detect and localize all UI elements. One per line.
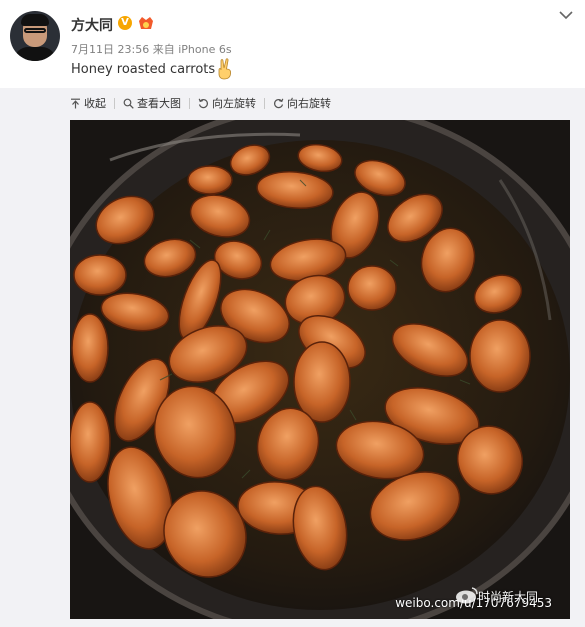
avatar-hair xyxy=(21,14,49,26)
rotate-right-button[interactable]: 向右旋转 xyxy=(273,95,331,111)
rotate-right-label: 向右旋转 xyxy=(287,97,331,110)
watermark-brand: 时尚新大同 xyxy=(478,590,539,604)
toolbar-divider xyxy=(264,97,265,109)
roasted-carrots-image xyxy=(70,120,570,619)
rotate-right-icon xyxy=(274,98,284,108)
view-large-button[interactable]: 查看大图 xyxy=(123,95,181,111)
view-large-label: 查看大图 xyxy=(137,97,181,110)
avatar[interactable] xyxy=(10,11,60,61)
weibo-logo-icon xyxy=(456,587,478,604)
verified-v-icon[interactable]: V xyxy=(118,16,132,30)
rotate-left-icon xyxy=(198,98,208,108)
avatar-glasses xyxy=(24,28,46,33)
vip-badge-icon[interactable] xyxy=(137,15,155,31)
toolbar-divider xyxy=(114,97,115,109)
image-toolbar: 收起 查看大图 向左旋转 向右旋转 xyxy=(70,95,331,111)
chevron-down-icon[interactable] xyxy=(559,10,573,20)
post-source-prefix: 来自 xyxy=(152,43,175,56)
victory-hand-emoji xyxy=(218,58,232,80)
post-date[interactable]: 7月11日 23:56 xyxy=(71,43,149,56)
rotate-left-label: 向左旋转 xyxy=(212,97,256,110)
post-photo[interactable]: weibo.com/u/1707679453 xyxy=(70,120,570,619)
collapse-button[interactable]: 收起 xyxy=(70,95,106,111)
post-meta: 7月11日 23:56 来自 iPhone 6s xyxy=(71,41,232,57)
search-icon xyxy=(123,98,134,109)
collapse-up-icon xyxy=(71,98,80,108)
toolbar-divider xyxy=(189,97,190,109)
author-name[interactable]: 方大同 xyxy=(71,15,113,35)
avatar-body xyxy=(14,47,56,61)
collapse-label: 收起 xyxy=(84,97,106,110)
post-text: Honey roasted carrots xyxy=(71,62,216,77)
rotate-left-button[interactable]: 向左旋转 xyxy=(198,95,256,111)
post-source[interactable]: iPhone 6s xyxy=(178,43,231,56)
